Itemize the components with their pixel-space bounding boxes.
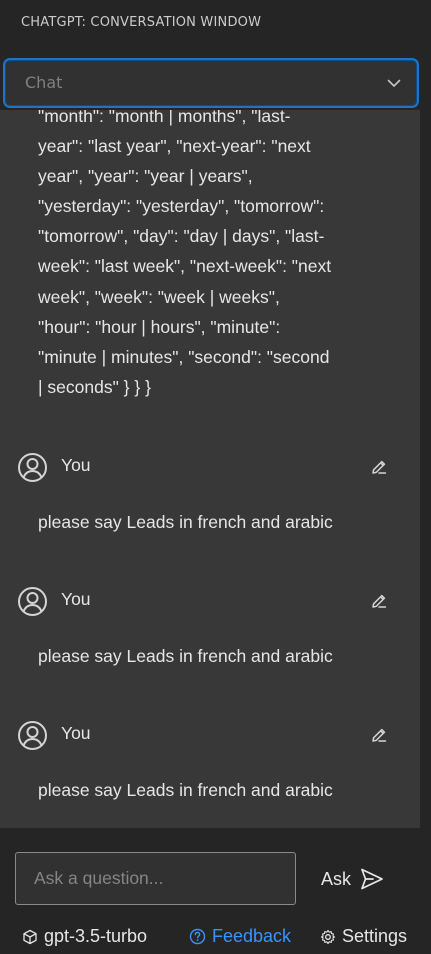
message-author: You bbox=[61, 589, 91, 609]
question-circle-icon bbox=[189, 928, 206, 945]
user-icon bbox=[18, 721, 47, 750]
question-input[interactable] bbox=[15, 852, 296, 905]
feedback-label: Feedback bbox=[212, 926, 292, 946]
settings-link[interactable]: Settings bbox=[320, 926, 407, 947]
model-name: gpt-3.5-turbo bbox=[44, 926, 148, 946]
chat-select-value: Chat bbox=[25, 73, 63, 92]
settings-label: Settings bbox=[342, 926, 408, 946]
message-text: please say Leads in french and arabic bbox=[38, 646, 333, 666]
message-author: You bbox=[61, 455, 91, 475]
status-footer: gpt-3.5-turbo Feedback Settings bbox=[0, 922, 431, 954]
user-icon bbox=[18, 453, 47, 482]
panel-title: CHATGPT: CONVERSATION WINDOW bbox=[0, 0, 431, 44]
edit-icon[interactable] bbox=[370, 726, 388, 744]
edit-icon[interactable] bbox=[370, 592, 388, 610]
assistant-response-text: "month": "month | months", "last- year":… bbox=[38, 110, 332, 397]
message-text: please say Leads in french and arabic bbox=[38, 780, 333, 800]
user-icon bbox=[18, 587, 47, 616]
gear-icon bbox=[320, 929, 336, 944]
message-author: You bbox=[61, 723, 91, 743]
message-text: please say Leads in french and arabic bbox=[38, 512, 333, 532]
chat-select-dropdown[interactable]: Chat bbox=[3, 58, 419, 108]
conversation-list[interactable]: "month": "month | months", "last- year":… bbox=[0, 110, 420, 828]
feedback-link[interactable]: Feedback bbox=[189, 926, 291, 947]
ask-button-label: Ask bbox=[321, 868, 352, 889]
user-message: You please say Leads in french and arabi… bbox=[0, 586, 420, 706]
conversation-scrollbar[interactable] bbox=[420, 110, 431, 828]
model-indicator: gpt-3.5-turbo bbox=[22, 926, 147, 947]
edit-icon[interactable] bbox=[370, 458, 388, 476]
cube-icon bbox=[23, 929, 37, 944]
user-message: You please say Leads in french and arabi… bbox=[0, 452, 420, 572]
panel-title-text: CHATGPT: CONVERSATION WINDOW bbox=[21, 14, 262, 30]
send-icon bbox=[361, 868, 383, 890]
chevron-down-icon bbox=[387, 79, 401, 87]
user-message: You please say Leads in french and arabi… bbox=[0, 720, 420, 828]
ask-button[interactable]: Ask bbox=[313, 857, 393, 901]
